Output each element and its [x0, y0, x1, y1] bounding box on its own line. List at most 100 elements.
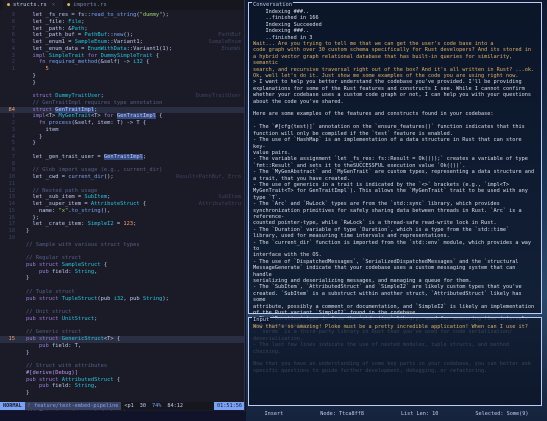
code-line[interactable]: 17 let _crate_item: SimpleI2 = 123;	[0, 221, 244, 228]
sign-column	[18, 26, 26, 33]
code-line[interactable]: 9 let _fs_res = fs::read_to_string("dumm…	[0, 12, 244, 19]
tab-structs-rs[interactable]: ● structs.rs ×	[3, 0, 64, 10]
code-token: struct	[26, 93, 56, 99]
code-line[interactable]: }	[0, 80, 244, 87]
tab-imports-rs[interactable]: ● imports.rs	[63, 0, 115, 10]
code-line[interactable]: 15 name: "x".to_string(),	[0, 207, 244, 215]
code-line[interactable]: 15 pub struct GenericStruct<T> {	[0, 336, 244, 343]
code-line[interactable]: pub field: T,	[0, 343, 244, 350]
code-token: let _file:	[26, 18, 69, 25]
code-line[interactable]: pub struct SampleStruct {	[0, 262, 244, 269]
code-token: ();	[103, 174, 114, 180]
code-line[interactable]: 5 }	[0, 140, 244, 147]
code-text: let _enum_data = EnumWithData::Variant1(…	[26, 46, 244, 53]
code-line[interactable]: 6 let _path_buf = PathBuf::new(); PathBuf	[0, 32, 244, 39]
code-line[interactable]: 84 struct GenTraitImpl;	[0, 106, 244, 114]
code-line[interactable]: 4 let _enum_data = EnumWithData::Variant…	[0, 46, 244, 53]
conversation-line: MyGenTrait<T> for GenTraitImpl`). This a…	[253, 188, 528, 195]
sign-column	[18, 147, 26, 154]
code-line[interactable]: }	[0, 275, 244, 282]
git-branch-label: feature/text-embed-pipeline	[34, 403, 119, 409]
code-line[interactable]: }	[0, 390, 244, 397]
code-line[interactable]: 1 5	[0, 66, 244, 73]
code-buffer[interactable]: 9 let _fs_res = fs::read_to_string("dumm…	[0, 12, 244, 411]
code-line[interactable]: // GenTraitImpl requires type annotation	[0, 100, 244, 107]
vim-mode-indicator: NORMAL	[0, 402, 25, 410]
code-token: let _sub_item =	[26, 194, 85, 201]
code-token: to_string	[71, 207, 101, 214]
code-editor[interactable]: ● structs.rs × ● imports.rs 9 let _fs_re…	[0, 0, 245, 411]
code-line[interactable]: 2 fn process(&self, item: T) -> T {	[0, 120, 244, 127]
code-token: ;	[107, 194, 111, 201]
sign-column	[18, 86, 26, 93]
input-pane[interactable]: Input Wow that's so amazing! Ploke must …	[248, 317, 542, 406]
code-line[interactable]: // Generic struct	[0, 329, 244, 336]
code-line[interactable]: // Unit struct	[0, 309, 244, 316]
line-number: 1	[11, 66, 15, 72]
line-number: 18	[8, 228, 16, 234]
node-id: Node: Ttca8ff8	[320, 411, 364, 417]
code-line[interactable]	[0, 302, 244, 309]
code-line[interactable]: 9 // Glob import usage (e.g., current_di…	[0, 167, 244, 174]
code-line[interactable]: 8	[0, 161, 244, 168]
code-line[interactable]: 16 };	[0, 215, 244, 222]
code-line[interactable]: 6	[0, 147, 244, 154]
code-line[interactable]: 18}	[0, 228, 244, 235]
code-line[interactable]: }	[0, 350, 244, 357]
code-token: required_method	[48, 59, 98, 66]
conversation-line: - The `SubItem`, `AttributedStruct` and …	[253, 284, 522, 291]
code-line[interactable]: // Struct with attributes	[0, 363, 244, 370]
conversation-pane[interactable]: Conversation Indexing ###.. ..finished i…	[248, 2, 542, 374]
code-token: 5	[26, 66, 49, 72]
sign-column	[18, 39, 26, 46]
code-line[interactable]: 3 impl SimpleTrait for DummySimpleTrait …	[0, 53, 244, 60]
code-line[interactable]: 1 impl<T> MyGenTrait<T> for GenTraitImpl…	[0, 113, 244, 120]
code-line[interactable]: pub struct AttributedStruct {	[0, 377, 244, 384]
line-number	[0, 289, 18, 296]
code-line[interactable]: 2 fn required_method(&self) -> i32 {	[0, 59, 244, 66]
code-line[interactable]: pub struct TupleStruct(pub i32, pub Stri…	[0, 296, 244, 303]
code-line[interactable]	[0, 282, 244, 289]
code-token: }	[26, 133, 43, 140]
clock: 01:51:56	[214, 402, 244, 410]
code-line[interactable]: 13 let _sub_item = SubItem; SubItem	[0, 194, 244, 201]
code-line[interactable]: struct DummyTraitUser; DummyTraitUser	[0, 93, 244, 100]
line-number	[0, 80, 18, 87]
code-line[interactable]	[0, 248, 244, 255]
close-icon[interactable]: ×	[52, 2, 55, 8]
code-line[interactable]	[0, 86, 244, 93]
code-line[interactable]: // Tuple struct	[0, 289, 244, 296]
code-line[interactable]: 19	[0, 235, 244, 242]
sign-column	[18, 350, 26, 357]
sign-column	[18, 107, 26, 114]
code-line[interactable]: 11	[0, 181, 244, 188]
code-line[interactable]	[0, 323, 244, 330]
code-line[interactable]: // Regular struct	[0, 255, 244, 262]
code-line[interactable]	[0, 356, 244, 363]
code-line[interactable]: /// This is a documented struct	[0, 410, 244, 411]
sign-column	[18, 296, 26, 303]
code-line[interactable]: pub struct UnitStruct;	[0, 316, 244, 323]
code-text: let _path_buf = PathBuf::new();	[26, 32, 244, 39]
code-line[interactable]: 10 let _cwd = current_dir(); Result<PathB…	[0, 174, 244, 181]
code-line[interactable]: 5 let _enum1 = SampleEnum::Variant1; Samp…	[0, 39, 244, 46]
code-line[interactable]: #[derive(Debug)]	[0, 370, 244, 377]
input-text[interactable]: Wow that's so amazing! Ploke must be a p…	[253, 324, 537, 330]
code-line[interactable]: 7 let _path: &Path;	[0, 26, 244, 33]
code-line[interactable]: pub field: String,	[0, 269, 244, 276]
code-token: let _path_buf =	[26, 32, 85, 39]
code-line[interactable]: }	[0, 73, 244, 80]
line-number	[0, 343, 18, 350]
code-line[interactable]: 14 let _super_item = AttributeStruct {At…	[0, 201, 244, 208]
code-line[interactable]: 12 // Nested path usage	[0, 188, 244, 195]
sign-column	[18, 336, 26, 343]
code-line[interactable]: pub field: String,	[0, 383, 244, 390]
code-line[interactable]: 7 let _gen_trait_user = GenTraitImpl;	[0, 153, 244, 161]
code-line[interactable]: 8 let _file: File;	[0, 18, 244, 26]
code-line[interactable]: // Sample with various struct types	[0, 242, 244, 249]
code-line[interactable]: 3 item	[0, 127, 244, 134]
code-token: {	[155, 113, 163, 120]
code-line[interactable]: 4 }	[0, 133, 244, 141]
sign-column	[18, 390, 26, 397]
